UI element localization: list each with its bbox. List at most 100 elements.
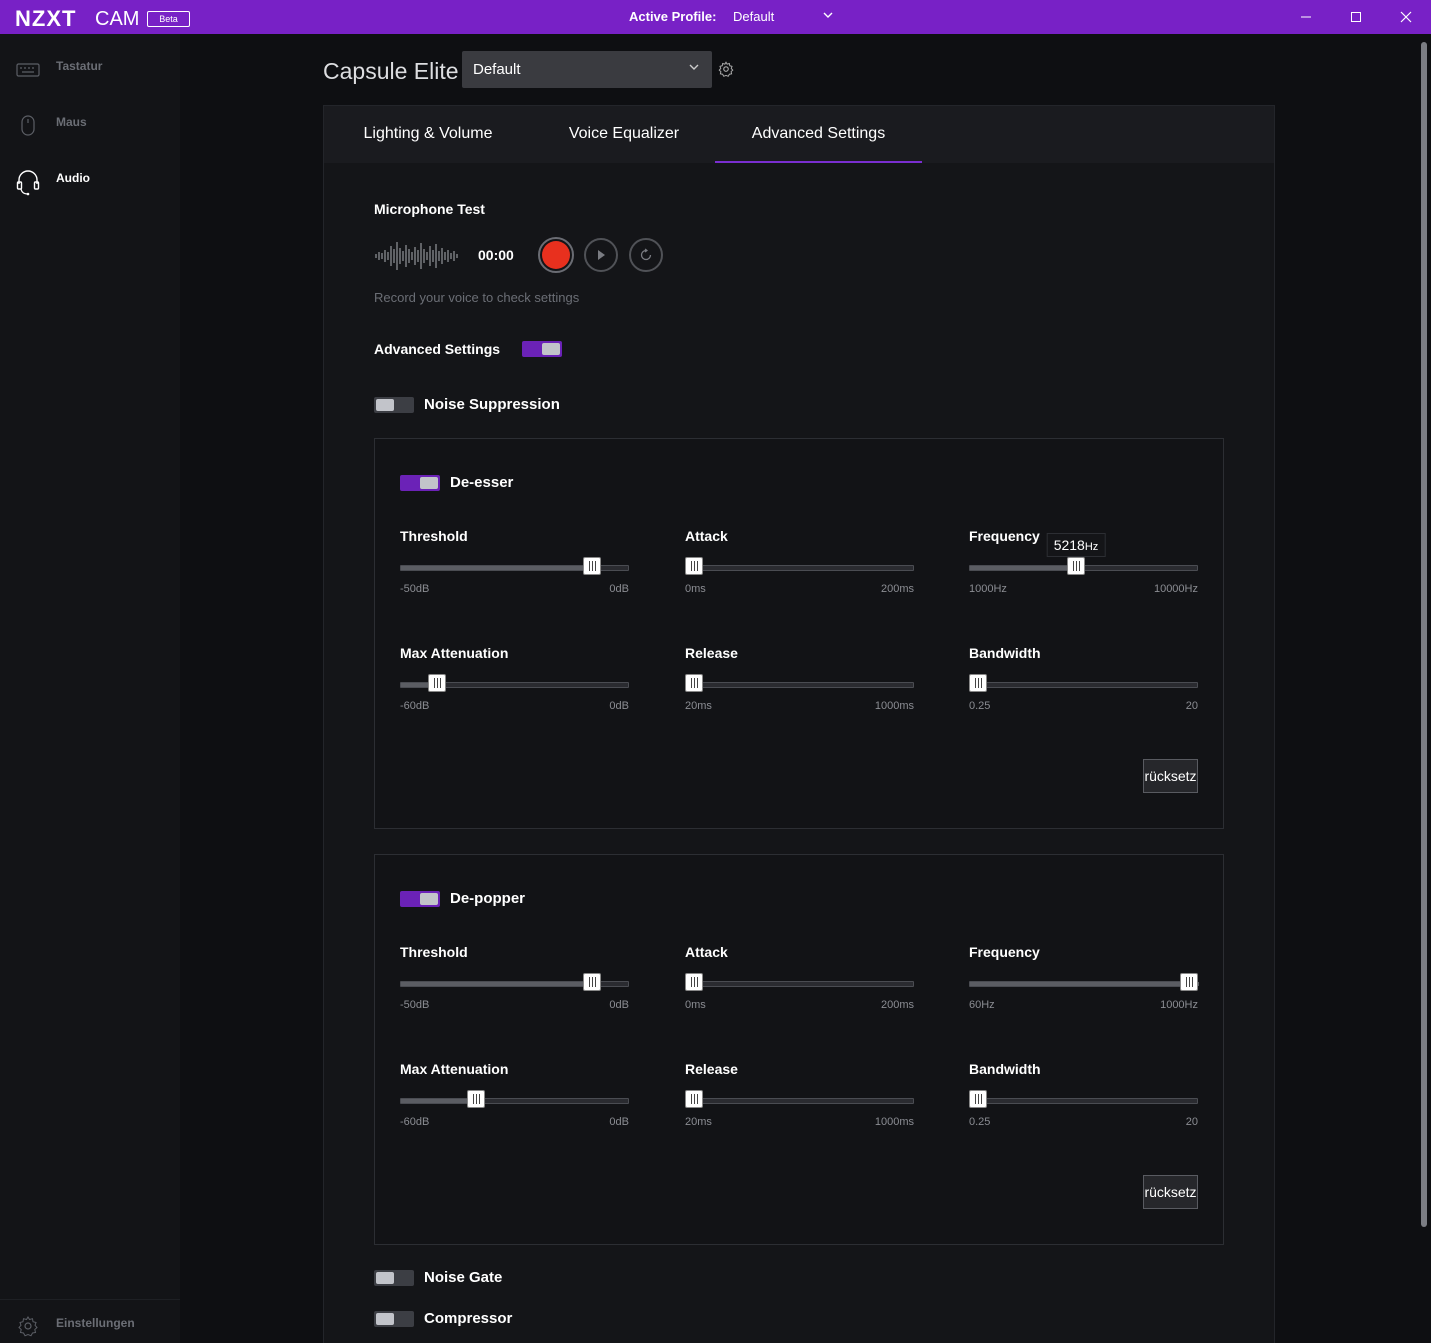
slider-track[interactable] xyxy=(685,981,914,987)
sidebar-item-tastatur[interactable]: Tastatur xyxy=(0,47,180,87)
keyboard-icon xyxy=(16,57,40,81)
noise-gate-label: Noise Gate xyxy=(424,1269,503,1286)
slider-thumb[interactable] xyxy=(467,1090,485,1108)
param-title: Attack xyxy=(685,944,728,960)
slider-track[interactable] xyxy=(969,682,1198,688)
deesser-panel: De-esser Threshold -50dB 0dB Attack 0ms … xyxy=(374,438,1224,829)
deesser-reset-button[interactable]: rücksetz xyxy=(1143,759,1198,793)
sidebar-item-einstellungen[interactable]: Einstellungen xyxy=(0,1304,180,1343)
chevron-down-icon xyxy=(688,61,700,76)
param-title: Threshold xyxy=(400,944,468,960)
scrollbar[interactable] xyxy=(1420,34,1431,1343)
scrollbar-thumb[interactable] xyxy=(1421,42,1427,1227)
deesser-label: De-esser xyxy=(450,474,514,491)
param-title: Threshold xyxy=(400,528,468,544)
record-icon xyxy=(542,241,570,269)
param-title: Frequency xyxy=(969,528,1040,544)
slider-thumb[interactable] xyxy=(685,1090,703,1108)
range-max: 0dB xyxy=(609,999,629,1011)
range-min: 0.25 xyxy=(969,1116,991,1128)
mic-test-hint: Record your voice to check settings xyxy=(374,290,580,305)
active-profile-label: Active Profile: xyxy=(629,9,717,24)
noise-suppression-toggle[interactable] xyxy=(374,397,414,413)
param-title: Bandwidth xyxy=(969,645,1041,661)
slider-track[interactable] xyxy=(685,682,914,688)
range-max: 1000Hz xyxy=(1160,999,1198,1011)
frequency-tooltip: 5218Hz xyxy=(1046,533,1106,557)
deesser-toggle[interactable] xyxy=(400,475,440,491)
deesser-attack: Attack 0ms 200ms xyxy=(685,528,914,608)
tooltip-unit: Hz xyxy=(1084,541,1099,553)
record-button[interactable] xyxy=(538,237,574,273)
param-title: Bandwidth xyxy=(969,1061,1041,1077)
close-button[interactable] xyxy=(1383,0,1429,34)
slider-track[interactable] xyxy=(685,565,914,571)
maximize-button[interactable] xyxy=(1333,0,1379,34)
depopper-threshold: Threshold -50dB 0dB xyxy=(400,944,629,1024)
advanced-settings-toggle[interactable] xyxy=(522,341,562,357)
tab-bar: Lighting & Volume Voice Equalizer Advanc… xyxy=(324,106,1274,163)
tab-advanced-settings[interactable]: Advanced Settings xyxy=(715,106,922,163)
slider-thumb[interactable] xyxy=(428,674,446,692)
sidebar-divider xyxy=(0,1299,180,1300)
compressor-label: Compressor xyxy=(424,1310,513,1327)
slider-thumb[interactable] xyxy=(1180,973,1198,991)
depopper-attack: Attack 0ms 200ms xyxy=(685,944,914,1024)
sidebar-item-label: Maus xyxy=(56,115,87,129)
depopper-release: Release 20ms 1000ms xyxy=(685,1061,914,1141)
slider-track[interactable] xyxy=(969,1098,1198,1104)
play-button[interactable] xyxy=(584,238,618,272)
gear-icon[interactable] xyxy=(717,60,735,78)
depopper-bandwidth: Bandwidth 0.25 20 xyxy=(969,1061,1198,1141)
sidebar-item-label: Audio xyxy=(56,171,90,185)
depopper-label: De-popper xyxy=(450,890,525,907)
noise-suppression-label: Noise Suppression xyxy=(424,396,560,413)
slider-thumb[interactable] xyxy=(969,674,987,692)
device-title: Capsule Elite xyxy=(323,58,459,84)
sidebar-item-audio[interactable]: Audio xyxy=(0,159,180,199)
minimize-button[interactable] xyxy=(1283,0,1329,34)
slider-thumb[interactable] xyxy=(583,973,601,991)
chevron-down-icon[interactable] xyxy=(822,9,834,24)
slider-thumb[interactable] xyxy=(583,557,601,575)
slider-thumb[interactable] xyxy=(969,1090,987,1108)
slider-thumb[interactable] xyxy=(685,973,703,991)
range-max: 0dB xyxy=(609,583,629,595)
nzxt-cam-window: NZXT CAM Beta Active Profile: Default Ta… xyxy=(0,0,1431,1343)
profile-select[interactable]: Default xyxy=(462,51,712,88)
deesser-max-attenuation: Max Attenuation -60dB 0dB xyxy=(400,645,629,725)
slider-track[interactable] xyxy=(685,1098,914,1104)
tab-lighting-volume[interactable]: Lighting & Volume xyxy=(338,106,518,163)
range-min: 20ms xyxy=(685,1116,712,1128)
depopper-panel: De-popper Threshold -50dB 0dB Attack 0ms… xyxy=(374,854,1224,1245)
recording-timer: 00:00 xyxy=(478,247,514,263)
range-min: -50dB xyxy=(400,999,430,1011)
depopper-reset-button[interactable]: rücksetz xyxy=(1143,1175,1198,1209)
deesser-frequency: Frequency 5218Hz 1000Hz 10000Hz xyxy=(969,528,1198,608)
param-title: Max Attenuation xyxy=(400,1061,509,1077)
slider-thumb[interactable] xyxy=(1067,557,1085,575)
tab-voice-equalizer[interactable]: Voice Equalizer xyxy=(534,106,714,163)
noise-gate-toggle[interactable] xyxy=(374,1270,414,1286)
sidebar: Tastatur Maus Audio Einstellungen xyxy=(0,34,180,1343)
waveform-icon xyxy=(375,240,459,277)
slider-track[interactable] xyxy=(400,1098,629,1104)
range-max: 20 xyxy=(1185,1116,1198,1128)
range-max: 20 xyxy=(1185,700,1198,712)
slider-track[interactable] xyxy=(969,981,1199,987)
slider-thumb[interactable] xyxy=(685,674,703,692)
sidebar-item-label: Tastatur xyxy=(56,59,103,73)
range-max: 1000ms xyxy=(874,1116,914,1128)
sidebar-item-maus[interactable]: Maus xyxy=(0,103,180,143)
restart-button[interactable] xyxy=(629,238,663,272)
range-max: 200ms xyxy=(880,583,914,595)
param-title: Frequency xyxy=(969,944,1040,960)
range-min: 20ms xyxy=(685,700,712,712)
compressor-toggle[interactable] xyxy=(374,1311,414,1327)
slider-thumb[interactable] xyxy=(685,557,703,575)
depopper-toggle[interactable] xyxy=(400,891,440,907)
active-profile-value[interactable]: Default xyxy=(733,9,774,24)
range-max: 10000Hz xyxy=(1153,583,1198,595)
depopper-frequency: Frequency 60Hz 1000Hz xyxy=(969,944,1199,1024)
refresh-icon xyxy=(640,248,652,261)
